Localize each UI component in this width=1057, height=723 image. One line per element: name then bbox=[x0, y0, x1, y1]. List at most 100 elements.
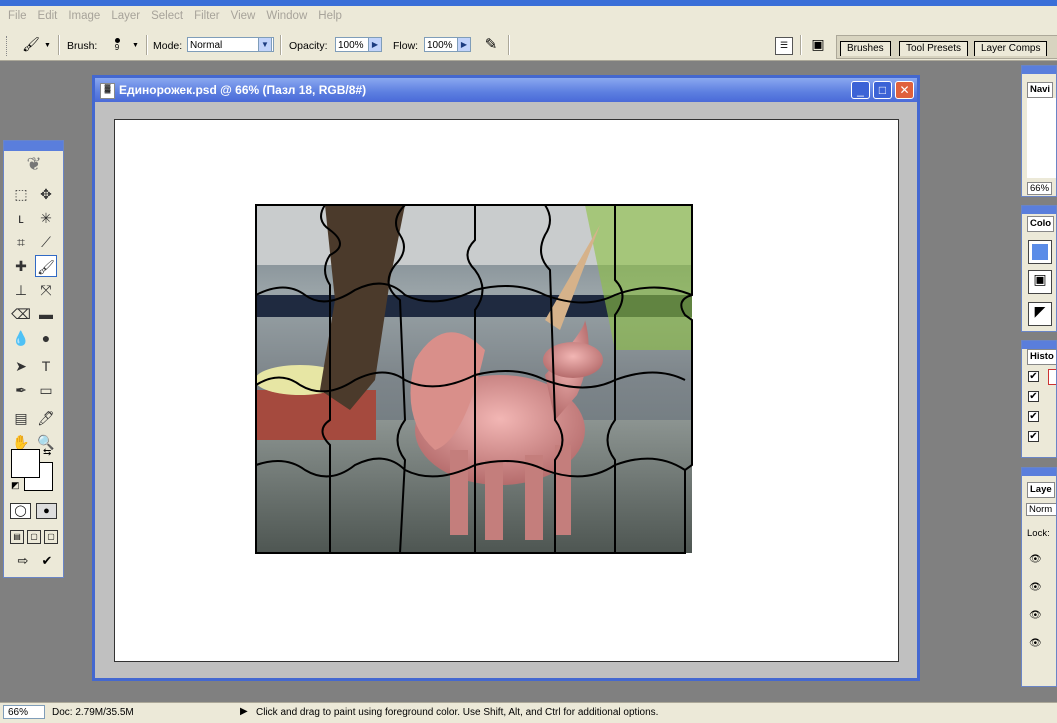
color-tab[interactable]: Colo bbox=[1027, 216, 1055, 232]
path-select-icon[interactable]: ● bbox=[35, 327, 57, 349]
layers-tab[interactable]: Laye bbox=[1027, 482, 1055, 498]
swap-colors-icon[interactable]: ⇆ bbox=[43, 447, 51, 458]
layer-visibility-eye-icon[interactable]: 👁 bbox=[1029, 610, 1042, 621]
document-window: ▓ Единорожек.psd @ 66% (Пазл 18, RGB/8#)… bbox=[92, 75, 920, 681]
layer-visibility-eye-icon[interactable]: 👁 bbox=[1029, 582, 1042, 593]
screen-mode-full-menu-icon[interactable]: ▢ bbox=[27, 530, 41, 544]
stamp-icon[interactable]: 🖌 bbox=[35, 255, 57, 277]
feather-logo-icon[interactable]: ❦ bbox=[10, 154, 58, 176]
well-tab-brushes[interactable]: Brushes bbox=[840, 41, 891, 56]
foreground-color-swatch[interactable] bbox=[11, 449, 40, 478]
edit-in-imageready-icon[interactable]: ✔ bbox=[38, 553, 56, 571]
color-title-bar[interactable] bbox=[1022, 206, 1056, 214]
styles-icon[interactable]: ▣ bbox=[1028, 270, 1052, 294]
layer-visibility-eye-icon[interactable]: 👁 bbox=[1029, 554, 1042, 565]
brush-chevron-down-icon[interactable]: ▼ bbox=[132, 42, 139, 49]
brush-picker[interactable]: 9 bbox=[112, 36, 122, 56]
swatch-icon[interactable] bbox=[1028, 240, 1052, 264]
history-brush-icon[interactable]: ⊥ bbox=[10, 279, 32, 301]
puzzle-image[interactable] bbox=[115, 120, 898, 661]
document-size[interactable]: Doc: 2.79M/35.5M bbox=[52, 707, 134, 718]
quick-mask-icon[interactable]: ● bbox=[36, 503, 57, 519]
mode-label: Mode: bbox=[153, 40, 183, 52]
airbrush-icon[interactable]: ✎ bbox=[480, 35, 502, 55]
file-browser-icon[interactable]: ☰ bbox=[775, 37, 793, 55]
opacity-input[interactable]: 100% bbox=[335, 37, 369, 52]
history-checkbox[interactable]: ✔ bbox=[1028, 411, 1039, 422]
close-button[interactable]: ✕ bbox=[895, 81, 914, 99]
hand-icon[interactable]: 🖊 bbox=[35, 407, 57, 429]
menu-item-image[interactable]: Image bbox=[64, 10, 104, 22]
layers-panel: Laye Norm Lock: 👁 👁 👁 👁 bbox=[1021, 467, 1057, 687]
flow-input[interactable]: 100% bbox=[424, 37, 458, 52]
navigator-tab[interactable]: Navi bbox=[1027, 82, 1054, 98]
dodge-icon[interactable]: 💧 bbox=[10, 327, 32, 349]
gradient-icon[interactable]: ⌫ bbox=[10, 303, 32, 325]
healing-icon[interactable]: ✚ bbox=[10, 255, 32, 277]
history-tab[interactable]: Histo bbox=[1027, 349, 1056, 365]
status-menu-arrow-icon[interactable]: ▶ bbox=[240, 706, 248, 717]
brush-tool-preset-icon[interactable]: 🖌 bbox=[20, 36, 42, 54]
menu-item-select[interactable]: Select bbox=[147, 10, 187, 22]
type-icon[interactable]: ➤ bbox=[10, 355, 32, 377]
menu-item-filter[interactable]: Filter bbox=[190, 10, 224, 22]
history-title-bar[interactable] bbox=[1022, 341, 1056, 349]
mode-chevron-down-icon[interactable]: ▼ bbox=[258, 37, 272, 52]
status-zoom-input[interactable]: 66% bbox=[3, 705, 45, 719]
layer-visibility-eye-icon[interactable]: 👁 bbox=[1029, 638, 1042, 649]
move-icon[interactable]: ⬚ bbox=[10, 183, 32, 205]
document-title-bar[interactable]: ▓ Единорожек.psd @ 66% (Пазл 18, RGB/8#)… bbox=[95, 78, 917, 102]
status-bar: 66% Doc: 2.79M/35.5M ▶ Click and drag to… bbox=[0, 702, 1057, 723]
default-colors-icon[interactable]: ◩ bbox=[11, 480, 20, 491]
menu-item-edit[interactable]: Edit bbox=[34, 10, 62, 22]
palette-well-icon[interactable]: ▣ bbox=[808, 36, 828, 54]
pen-icon[interactable]: T bbox=[35, 355, 57, 377]
flow-arrow-icon[interactable]: ▶ bbox=[457, 37, 471, 52]
history-checkbox[interactable]: ✔ bbox=[1028, 391, 1039, 402]
lasso-icon[interactable]: ʟ bbox=[10, 207, 32, 229]
minimize-button[interactable]: _ bbox=[851, 81, 870, 99]
maximize-button[interactable]: □ bbox=[873, 81, 892, 99]
standard-mode-icon[interactable]: ◯ bbox=[10, 503, 31, 519]
history-snapshot-icon[interactable] bbox=[1048, 369, 1056, 385]
divider bbox=[800, 35, 802, 55]
document-canvas[interactable] bbox=[114, 119, 899, 662]
marquee-icon[interactable]: ✥ bbox=[35, 183, 57, 205]
status-hint: Click and drag to paint using foreground… bbox=[256, 707, 659, 718]
history-checkbox[interactable]: ✔ bbox=[1028, 431, 1039, 442]
screen-mode-standard-icon[interactable]: ▤ bbox=[10, 530, 24, 544]
notes-icon[interactable]: ▭ bbox=[35, 379, 57, 401]
layers-title-bar[interactable] bbox=[1022, 468, 1056, 476]
navigator-preview[interactable] bbox=[1027, 98, 1056, 178]
color-panel: Colo ▣ ◤ bbox=[1021, 205, 1057, 332]
mode-value: Normal bbox=[190, 40, 223, 51]
eyedropper-icon[interactable]: ▤ bbox=[10, 407, 32, 429]
shape-icon[interactable]: ✒ bbox=[10, 379, 32, 401]
options-grip[interactable] bbox=[6, 36, 10, 56]
layer-blend-mode[interactable]: Norm bbox=[1026, 503, 1056, 516]
menu-item-view[interactable]: View bbox=[227, 10, 260, 22]
menu-item-layer[interactable]: Layer bbox=[107, 10, 144, 22]
navigator-zoom[interactable]: 66% bbox=[1027, 182, 1053, 195]
menu-item-window[interactable]: Window bbox=[262, 10, 311, 22]
crop-icon[interactable]: ⌗ bbox=[10, 231, 32, 253]
menu-item-file[interactable]: File bbox=[4, 10, 31, 22]
well-tab-layer-comps[interactable]: Layer Comps bbox=[974, 41, 1048, 56]
brush-size: 9 bbox=[114, 43, 120, 52]
slice-icon[interactable]: ⟋ bbox=[35, 231, 57, 253]
navigator-title-bar[interactable] bbox=[1022, 66, 1056, 74]
toolbox-title-bar[interactable] bbox=[4, 141, 63, 151]
opacity-label: Opacity: bbox=[289, 40, 328, 52]
flow-label: Flow: bbox=[393, 40, 419, 52]
eraser-icon[interactable]: ⤧ bbox=[35, 279, 57, 301]
gradient-swatch-icon[interactable]: ◤ bbox=[1028, 302, 1052, 326]
opacity-arrow-icon[interactable]: ▶ bbox=[368, 37, 382, 52]
history-checkbox[interactable]: ✔ bbox=[1028, 371, 1039, 382]
preset-chevron-down-icon[interactable]: ▼ bbox=[44, 42, 51, 49]
magic-wand-icon[interactable]: ✳ bbox=[35, 207, 57, 229]
jump-to-imageready-icon[interactable]: ⇨ bbox=[11, 553, 35, 571]
well-tab-tool-presets[interactable]: Tool Presets bbox=[899, 41, 969, 56]
blur-icon[interactable]: ▬ bbox=[35, 303, 57, 325]
screen-mode-full-icon[interactable]: ▢ bbox=[44, 530, 58, 544]
menu-item-help[interactable]: Help bbox=[314, 10, 346, 22]
